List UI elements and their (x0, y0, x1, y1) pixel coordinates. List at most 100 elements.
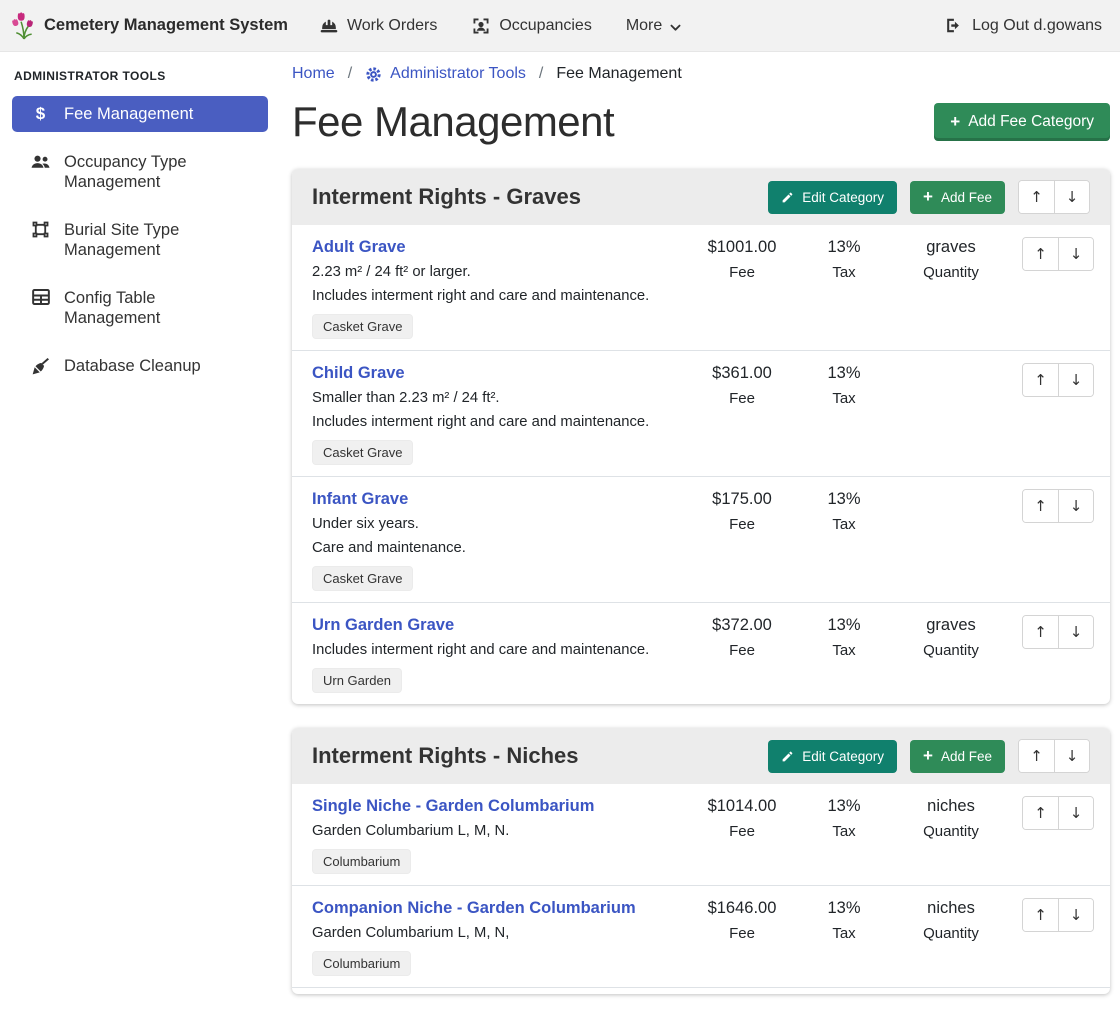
sidebar-item-burial-site-type-management[interactable]: Burial Site Type Management (12, 212, 268, 268)
nav-item-work-orders[interactable]: Work Orders (302, 0, 454, 51)
breadcrumb-current: Fee Management (556, 65, 681, 83)
fee-row-urn-garden-grave: Urn Garden Grave Includes interment righ… (292, 602, 1110, 704)
add-fee-button[interactable]: + Add Fee (910, 740, 1005, 773)
fee-type-badge: Casket Grave (312, 440, 413, 465)
fee-info: Adult Grave 2.23 m² / 24 ft² or larger. I… (308, 235, 686, 339)
move-fee-up-button[interactable]: ↑ (1023, 238, 1058, 270)
move-fee-down-button[interactable]: ↓ (1058, 899, 1093, 931)
fee-amount-label: Fee (686, 924, 798, 943)
move-category-up-button[interactable]: ↑ (1019, 740, 1054, 772)
vector-square-icon (30, 220, 51, 239)
fee-rows: Single Niche - Garden Columbarium Garden… (292, 784, 1110, 994)
nav-item-occupancies[interactable]: Occupancies (454, 0, 609, 51)
fee-tax-label: Tax (798, 263, 890, 282)
breadcrumb-admin-tools-link[interactable]: Administrator Tools (365, 65, 526, 83)
broom-icon (30, 356, 51, 376)
add-fee-button[interactable]: + Add Fee (910, 181, 1005, 214)
app-brand[interactable]: Cemetery Management System (12, 12, 288, 40)
fee-amount: $1014.00 (686, 796, 798, 816)
fee-name-link[interactable]: Infant Grave (312, 489, 408, 509)
reorder-group: ↑ ↓ (1022, 615, 1094, 649)
move-fee-up-button[interactable]: ↑ (1023, 364, 1058, 396)
sidebar-item-label: Occupancy Type Management (64, 152, 256, 192)
fee-info: Child Grave Smaller than 2.23 m² / 24 ft… (308, 361, 686, 465)
fee-name-link[interactable]: Single Niche - Garden Columbarium (312, 796, 594, 816)
move-fee-up-button[interactable]: ↑ (1023, 899, 1058, 931)
category-actions: Edit Category + Add Fee ↑ ↓ (768, 180, 1090, 214)
move-fee-down-button[interactable]: ↓ (1058, 797, 1093, 829)
sidebar-item-label: Config Table Management (64, 288, 256, 328)
fee-amount-col: $1014.00 Fee (686, 794, 798, 841)
fee-type-badge: Casket Grave (312, 566, 413, 591)
nav-item-more[interactable]: More (609, 0, 699, 51)
fee-info: Companion Niche - Garden Columbarium Gar… (308, 896, 686, 976)
move-fee-down-button[interactable]: ↓ (1058, 364, 1093, 396)
table-icon (30, 288, 51, 306)
fee-name-link[interactable]: Urn Garden Grave (312, 615, 454, 635)
edit-category-button[interactable]: Edit Category (768, 740, 897, 773)
reorder-group: ↑ ↓ (1022, 237, 1094, 271)
category-header: Interment Rights - Graves Edit Category … (292, 169, 1110, 225)
fee-quantity-label: Quantity (890, 924, 1012, 943)
main-content: Home / Administrator Tools / Fee Managem… (280, 52, 1120, 1014)
sidebar-item-occupancy-type-management[interactable]: Occupancy Type Management (12, 144, 268, 200)
move-fee-down-button[interactable]: ↓ (1058, 490, 1093, 522)
move-fee-up-button[interactable]: ↑ (1023, 490, 1058, 522)
sidebar-item-fee-management[interactable]: $ Fee Management (12, 96, 268, 132)
sidebar-item-database-cleanup[interactable]: Database Cleanup (12, 348, 268, 384)
fee-quantity-col (890, 487, 1012, 489)
fee-amount-label: Fee (686, 515, 798, 534)
fee-name-link[interactable]: Child Grave (312, 363, 405, 383)
add-fee-category-button[interactable]: + Add Fee Category (934, 103, 1110, 141)
sidebar-items: $ Fee Management Occupancy Type Manageme… (0, 96, 280, 384)
move-category-down-button[interactable]: ↓ (1054, 181, 1089, 213)
page-header: Fee Management + Add Fee Category (292, 95, 1110, 145)
fee-amount-label: Fee (686, 641, 798, 660)
fee-tax: 13% (798, 898, 890, 918)
fee-type-badge: Columbarium (312, 849, 411, 874)
fee-name-link[interactable]: Companion Niche - Garden Columbarium (312, 898, 636, 918)
fee-row-infant-grave: Infant Grave Under six years.Care and ma… (292, 476, 1110, 602)
move-category-down-button[interactable]: ↓ (1054, 740, 1089, 772)
top-navbar: Cemetery Management System Work Orders O… (0, 0, 1120, 52)
fee-description: Includes interment right and care and ma… (312, 641, 686, 659)
edit-category-button[interactable]: Edit Category (768, 181, 897, 214)
main-navigation: Work Orders Occupancies More (302, 0, 699, 51)
fee-tax: 13% (798, 615, 890, 635)
breadcrumb: Home / Administrator Tools / Fee Managem… (292, 65, 1110, 83)
fee-amount: $361.00 (686, 363, 798, 383)
occupancies-icon (471, 16, 491, 36)
fee-tax: 13% (798, 796, 890, 816)
nav-item-label: Occupancies (499, 17, 592, 35)
fee-info: Single Niche - Garden Columbarium Garden… (308, 794, 686, 874)
fee-tax-col: 13% Tax (798, 487, 890, 534)
fee-tax-col: 13% Tax (798, 235, 890, 282)
reorder-group: ↑ ↓ (1022, 796, 1094, 830)
gear-icon (365, 66, 382, 83)
fee-name-link[interactable]: Adult Grave (312, 237, 406, 257)
fee-quantity-col: graves Quantity (890, 613, 1012, 660)
category-actions: Edit Category + Add Fee ↑ ↓ (768, 739, 1090, 773)
fee-description: 2.23 m² / 24 ft² or larger. (312, 263, 686, 281)
move-fee-down-button[interactable]: ↓ (1058, 238, 1093, 270)
fee-row-single-niche-garden-columbarium: Single Niche - Garden Columbarium Garden… (292, 784, 1110, 885)
reorder-group: ↑ ↓ (1018, 180, 1090, 214)
users-icon (30, 152, 51, 172)
move-category-up-button[interactable]: ↑ (1019, 181, 1054, 213)
fee-amount-label: Fee (686, 263, 798, 282)
category-title: Interment Rights - Niches (312, 740, 578, 772)
reorder-group: ↑ ↓ (1018, 739, 1090, 773)
fee-tax: 13% (798, 237, 890, 257)
move-fee-up-button[interactable]: ↑ (1023, 797, 1058, 829)
breadcrumb-home-link[interactable]: Home (292, 65, 335, 83)
fee-quantity: niches (890, 898, 1012, 918)
fee-description: Includes interment right and care and ma… (312, 413, 686, 431)
move-fee-up-button[interactable]: ↑ (1023, 616, 1058, 648)
fee-description: Includes interment right and care and ma… (312, 287, 686, 305)
fee-type-badge: Casket Grave (312, 314, 413, 339)
fee-type-badge: Columbarium (312, 951, 411, 976)
sidebar-item-config-table-management[interactable]: Config Table Management (12, 280, 268, 336)
fee-tax-col: 13% Tax (798, 794, 890, 841)
logout-button[interactable]: Log Out d.gowans (944, 16, 1102, 35)
move-fee-down-button[interactable]: ↓ (1058, 616, 1093, 648)
